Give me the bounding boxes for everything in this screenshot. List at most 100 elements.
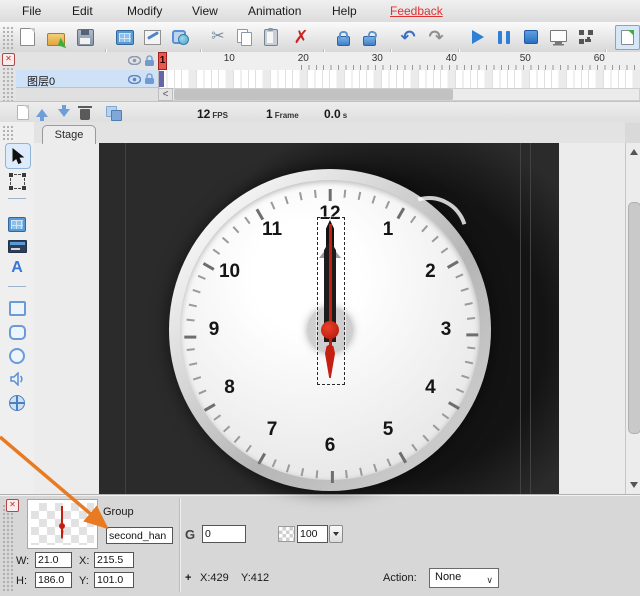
trash-icon xyxy=(80,109,90,120)
menu-item-modify[interactable]: Modify xyxy=(127,4,162,18)
shapes-button[interactable] xyxy=(170,27,190,47)
y-input[interactable] xyxy=(94,572,134,588)
components-button[interactable] xyxy=(115,27,135,47)
hscroll-left-button[interactable]: < xyxy=(158,88,173,101)
new-document-icon xyxy=(20,28,35,46)
library-panel-toggle[interactable] xyxy=(615,25,640,50)
scroll-down-button[interactable] xyxy=(627,477,640,493)
width-input[interactable] xyxy=(35,552,72,568)
play-button[interactable] xyxy=(468,27,488,47)
x-label: X: xyxy=(79,555,89,567)
banner-icon xyxy=(8,240,27,253)
vertical-scrollbar xyxy=(625,143,640,494)
hyperlink-tool-button[interactable] xyxy=(7,393,27,413)
save-button[interactable] xyxy=(75,27,95,47)
action-select[interactable]: None ∨ xyxy=(429,568,499,588)
ruler-frame-label: 20 xyxy=(298,53,309,64)
palette-divider xyxy=(8,286,26,287)
delete-layer-button[interactable] xyxy=(77,105,93,120)
delete-button[interactable]: ✗ xyxy=(291,27,311,47)
tab-stage[interactable]: Stage xyxy=(42,125,96,144)
pause-button[interactable] xyxy=(494,27,514,47)
layer-label-cell[interactable]: 图层0 xyxy=(16,70,158,88)
menu-item-help[interactable]: Help xyxy=(332,4,357,18)
playhead-frame-marker[interactable]: 1 xyxy=(158,52,167,70)
transform-tool-button[interactable] xyxy=(7,171,27,191)
x-input[interactable] xyxy=(94,552,134,568)
application-window: FileEditModifyViewAnimationHelpFeedback … xyxy=(0,0,640,596)
stage-guide-line xyxy=(530,143,531,494)
export-button[interactable] xyxy=(142,27,162,47)
menu-item-edit[interactable]: Edit xyxy=(72,4,93,18)
toolbar-grip-handle[interactable] xyxy=(1,25,13,49)
unlock-button[interactable] xyxy=(359,27,379,47)
rounded-rect-tool-button[interactable] xyxy=(7,322,27,342)
frame-count-status: 1Frame xyxy=(266,107,299,121)
timeline-ruler[interactable]: 102030405060 1 xyxy=(16,52,640,71)
menu-item-feedback[interactable]: Feedback xyxy=(390,4,443,18)
text-tool-button[interactable]: A xyxy=(7,258,27,278)
scroll-up-button[interactable] xyxy=(627,144,640,160)
sound-tool-button[interactable] xyxy=(7,369,27,389)
text-tool-icon: A xyxy=(11,259,23,277)
present-button[interactable] xyxy=(548,27,568,47)
menu-item-view[interactable]: View xyxy=(192,4,218,18)
layer-frames-area[interactable] xyxy=(158,70,640,89)
clock-hour-tick xyxy=(331,471,334,483)
menu-item-file[interactable]: File xyxy=(22,4,41,18)
component-grid-tool-button[interactable] xyxy=(7,214,27,234)
rectangle-icon xyxy=(9,301,26,316)
object-preview-thumbnail xyxy=(28,500,97,548)
keyframe-marker[interactable] xyxy=(159,71,164,87)
copy-button[interactable] xyxy=(235,27,255,47)
speaker-icon xyxy=(10,372,25,386)
ellipse-tool-button[interactable] xyxy=(7,346,27,366)
open-button[interactable] xyxy=(46,27,66,47)
rectangle-tool-button[interactable] xyxy=(7,298,27,318)
up-triangle-icon xyxy=(630,149,638,155)
selection-tool-button[interactable] xyxy=(5,143,31,169)
eye-visibility-icon[interactable] xyxy=(128,56,141,65)
hscroll-thumb[interactable] xyxy=(174,89,453,100)
clock-hour-tick xyxy=(184,336,196,339)
eye-visibility-icon[interactable] xyxy=(128,75,141,84)
width-label: W: xyxy=(16,555,29,567)
copy-icon xyxy=(237,29,253,45)
menu-item-animation[interactable]: Animation xyxy=(248,4,301,18)
timeline-hscrollbar: < xyxy=(16,88,640,101)
component-grid-icon xyxy=(8,217,26,232)
new-document-button[interactable] xyxy=(17,27,37,47)
vscroll-thumb[interactable] xyxy=(628,202,640,434)
redo-button[interactable]: ↷ xyxy=(426,27,446,47)
clock-number-6: 6 xyxy=(325,435,336,457)
timeline-close-button[interactable]: ✕ xyxy=(2,53,15,66)
props-grip-handle[interactable] xyxy=(1,503,13,591)
lock-layer-icon[interactable] xyxy=(144,55,155,67)
selection-bounding-box[interactable] xyxy=(317,217,345,385)
props-close-button[interactable]: ✕ xyxy=(6,499,19,512)
instance-name-input[interactable] xyxy=(106,527,173,544)
qr-export-button[interactable] xyxy=(576,27,596,47)
duplicate-frame-button[interactable] xyxy=(106,105,122,120)
rotation-input[interactable] xyxy=(202,525,246,543)
ellipse-icon xyxy=(9,348,25,364)
ruler-frame-area[interactable]: 102030405060 xyxy=(158,52,640,70)
tabstrip-grip-handle[interactable] xyxy=(1,124,13,141)
move-layer-up-button[interactable] xyxy=(34,105,50,120)
opacity-dropdown-button[interactable] xyxy=(329,525,343,543)
timeline-layer-row[interactable]: 图层0 xyxy=(16,70,640,88)
stop-button[interactable] xyxy=(521,27,541,47)
cut-button[interactable]: ✂ xyxy=(208,27,228,47)
paste-button[interactable] xyxy=(261,27,281,47)
move-layer-down-button[interactable] xyxy=(56,105,72,120)
lock-button[interactable] xyxy=(333,27,353,47)
lock-layer-icon[interactable] xyxy=(144,73,155,85)
banner-tool-button[interactable] xyxy=(7,236,27,256)
height-input[interactable] xyxy=(35,572,72,588)
new-frame-button[interactable] xyxy=(15,105,31,120)
panel-divider xyxy=(179,498,180,592)
ruler-frame-label: 10 xyxy=(224,53,235,64)
clock-number-8: 8 xyxy=(224,377,235,399)
undo-button[interactable]: ↶ xyxy=(398,27,418,47)
opacity-input[interactable] xyxy=(297,525,328,543)
